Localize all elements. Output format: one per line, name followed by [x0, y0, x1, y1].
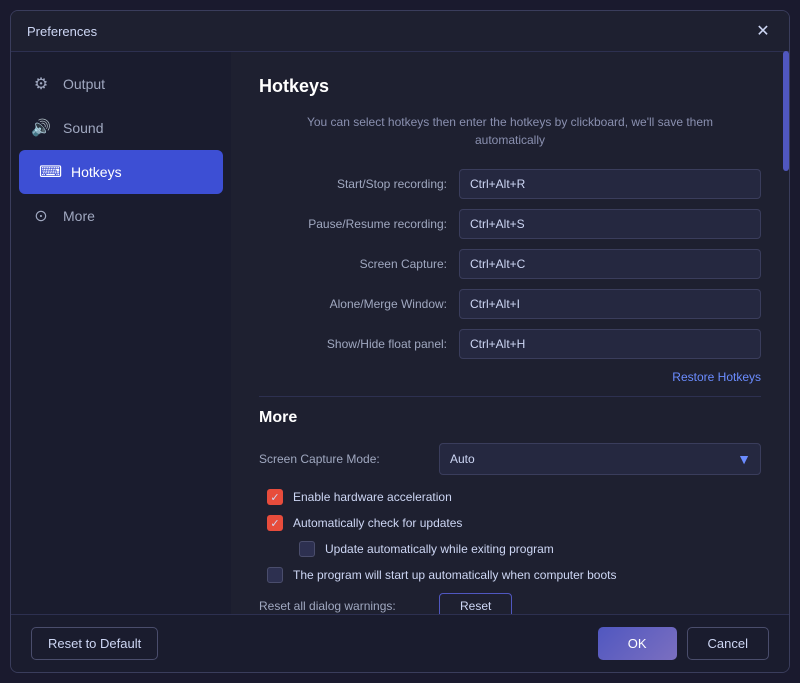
reset-dialog-button[interactable]: Reset — [439, 593, 512, 614]
footer: Reset to Default OK Cancel — [11, 614, 789, 672]
hotkey-row-3: Alone/Merge Window: — [259, 289, 761, 319]
preferences-dialog: Preferences ✕ ⚙ Output 🔊 Sound ⌨ Hotkeys… — [10, 10, 790, 673]
sidebar-label-hotkeys: Hotkeys — [71, 164, 122, 180]
output-icon: ⚙ — [31, 74, 51, 94]
screen-capture-row: Screen Capture Mode: Auto Manual Fixed R… — [259, 443, 761, 475]
checkbox-row-1: ✓ Automatically check for updates — [259, 515, 761, 531]
reset-dialog-row: Reset all dialog warnings: Reset — [259, 593, 761, 614]
sidebar-label-output: Output — [63, 76, 105, 92]
hotkey-input-2[interactable] — [459, 249, 761, 279]
checkbox-hw-accel[interactable]: ✓ — [267, 489, 283, 505]
ok-button[interactable]: OK — [598, 627, 677, 660]
hotkey-input-0[interactable] — [459, 169, 761, 199]
hotkeys-icon: ⌨ — [39, 162, 59, 182]
sidebar-item-sound[interactable]: 🔊 Sound — [11, 106, 231, 150]
hotkey-input-4[interactable] — [459, 329, 761, 359]
reset-dialog-label: Reset all dialog warnings: — [259, 599, 439, 613]
checkbox-label-1: Automatically check for updates — [293, 516, 462, 530]
checkbox-label-2: Update automatically while exiting progr… — [325, 542, 554, 556]
sidebar-item-hotkeys[interactable]: ⌨ Hotkeys — [19, 150, 223, 194]
hotkey-row-0: Start/Stop recording: — [259, 169, 761, 199]
content-area: ⚙ Output 🔊 Sound ⌨ Hotkeys ⊙ More Hotkey… — [11, 52, 789, 614]
screen-capture-label: Screen Capture Mode: — [259, 452, 439, 466]
hotkey-label-0: Start/Stop recording: — [259, 177, 459, 191]
hotkey-label-1: Pause/Resume recording: — [259, 217, 459, 231]
hotkey-label-2: Screen Capture: — [259, 257, 459, 271]
hotkey-row-2: Screen Capture: — [259, 249, 761, 279]
checkbox-row-0: ✓ Enable hardware acceleration — [259, 489, 761, 505]
title-bar: Preferences ✕ — [11, 11, 789, 52]
more-title: More — [259, 409, 761, 427]
checkbox-auto-update[interactable]: ✓ — [267, 515, 283, 531]
scrollbar-thumb[interactable] — [783, 51, 789, 171]
sidebar-item-more[interactable]: ⊙ More — [11, 194, 231, 238]
main-panel: Hotkeys You can select hotkeys then ente… — [231, 52, 789, 614]
screen-capture-select[interactable]: Auto Manual Fixed Region — [439, 443, 761, 475]
checkbox-exit-update[interactable] — [299, 541, 315, 557]
sidebar-item-output[interactable]: ⚙ Output — [11, 62, 231, 106]
checkbox-row-3: The program will start up automatically … — [259, 567, 761, 583]
sidebar: ⚙ Output 🔊 Sound ⌨ Hotkeys ⊙ More — [11, 52, 231, 614]
close-button[interactable]: ✕ — [753, 21, 773, 41]
hotkeys-title: Hotkeys — [259, 76, 761, 97]
checkbox-row-2: Update automatically while exiting progr… — [259, 541, 761, 557]
hotkey-row-1: Pause/Resume recording: — [259, 209, 761, 239]
hotkey-label-4: Show/Hide float panel: — [259, 337, 459, 351]
checkbox-label-3: The program will start up automatically … — [293, 568, 616, 582]
footer-left: Reset to Default — [31, 627, 158, 660]
restore-hotkeys-link[interactable]: Restore Hotkeys — [672, 370, 761, 384]
reset-to-default-button[interactable]: Reset to Default — [31, 627, 158, 660]
checkbox-label-0: Enable hardware acceleration — [293, 490, 452, 504]
dialog-title: Preferences — [27, 24, 97, 39]
hotkeys-info: You can select hotkeys then enter the ho… — [259, 113, 761, 149]
hotkey-input-3[interactable] — [459, 289, 761, 319]
cancel-button[interactable]: Cancel — [687, 627, 769, 660]
more-icon: ⊙ — [31, 206, 51, 226]
sound-icon: 🔊 — [31, 118, 51, 138]
sidebar-label-more: More — [63, 208, 95, 224]
hotkey-input-1[interactable] — [459, 209, 761, 239]
checkbox-auto-start[interactable] — [267, 567, 283, 583]
hotkey-row-4: Show/Hide float panel: — [259, 329, 761, 359]
divider — [259, 396, 761, 397]
footer-right: OK Cancel — [598, 627, 769, 660]
screen-capture-wrapper: Auto Manual Fixed Region ▼ — [439, 443, 761, 475]
hotkey-label-3: Alone/Merge Window: — [259, 297, 459, 311]
sidebar-label-sound: Sound — [63, 120, 103, 136]
